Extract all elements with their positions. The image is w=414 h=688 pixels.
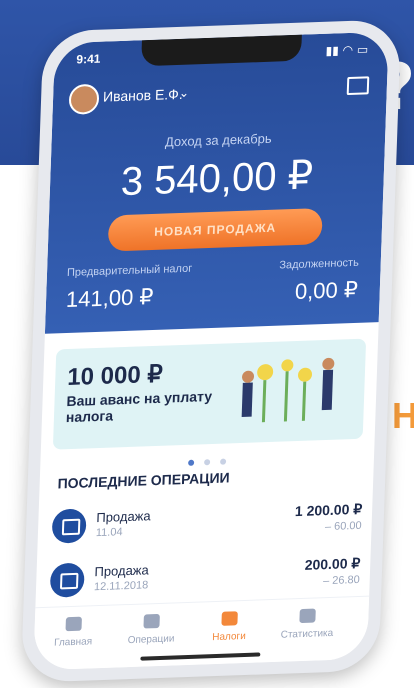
- tab-taxes[interactable]: Налоги: [194, 610, 265, 644]
- receipt-icon: [49, 562, 85, 598]
- header-panel: 9:41 ▮▮ ◠ ▭ Иванов Е.Ф. ⌄ Доход за декаб…: [44, 31, 389, 334]
- chart-icon: [299, 608, 316, 624]
- operation-tax: – 60.00: [324, 519, 362, 534]
- promo-text: Ваш аванс на уплату налога: [65, 387, 213, 426]
- tax-icon: [221, 611, 238, 626]
- avatar[interactable]: [68, 83, 100, 115]
- receipt-icon: [143, 613, 160, 629]
- carousel-dot[interactable]: [204, 459, 211, 466]
- promo-amount: 10 000 ₽: [66, 360, 164, 392]
- tab-label: Операции: [127, 633, 175, 647]
- income-label: Доход за декабрь: [164, 130, 272, 150]
- list-item[interactable]: Продажа 11.04 1 200.00 ₽ – 60.00: [51, 493, 362, 552]
- tab-statistics[interactable]: Статистика: [272, 608, 343, 642]
- tab-operations[interactable]: Операции: [116, 613, 187, 647]
- tab-label: Статистика: [280, 627, 334, 641]
- operation-date: 11.04: [95, 526, 123, 540]
- debt-value: 0,00 ₽: [294, 276, 359, 305]
- tax-label: Предварительный налог: [66, 262, 193, 280]
- income-value: 3 540,00 ₽: [120, 153, 314, 205]
- briefcase-icon: [65, 616, 82, 632]
- tax-value: 141,00 ₽: [65, 283, 154, 313]
- operation-amount: 200.00 ₽: [304, 554, 361, 573]
- new-sale-button[interactable]: НОВАЯ ПРОДАЖА: [107, 208, 323, 252]
- operation-name: Продажа: [94, 562, 150, 580]
- promo-card[interactable]: 10 000 ₽ Ваш аванс на уплату налога: [52, 338, 367, 450]
- operation-date: 12.11.2018: [93, 579, 149, 594]
- phone-screen: 9:41 ▮▮ ◠ ▭ Иванов Е.Ф. ⌄ Доход за декаб…: [33, 31, 389, 671]
- phone-notch: [141, 34, 302, 67]
- operation-name: Продажа: [96, 508, 151, 526]
- operation-amount: 1 200.00 ₽: [294, 500, 363, 520]
- user-name[interactable]: Иванов Е.Ф.: [103, 86, 183, 105]
- home-indicator: [140, 652, 261, 661]
- tab-home[interactable]: Главная: [38, 616, 109, 650]
- phone-frame: 9:41 ▮▮ ◠ ▭ Иванов Е.Ф. ⌄ Доход за декаб…: [20, 19, 402, 683]
- mail-icon[interactable]: [346, 76, 370, 96]
- operation-tax: – 26.80: [322, 573, 360, 588]
- status-icons: ▮▮ ◠ ▭: [325, 42, 369, 58]
- carousel-dot[interactable]: [187, 459, 194, 466]
- tab-label: Главная: [53, 636, 93, 649]
- chevron-down-icon[interactable]: ⌄: [179, 86, 190, 100]
- tab-bar: Главная Операции Налоги Статистика: [33, 595, 370, 671]
- status-time: 9:41: [76, 51, 101, 67]
- carousel-dot[interactable]: [220, 458, 227, 465]
- receipt-icon: [51, 508, 87, 544]
- promo-illustration: [241, 357, 335, 423]
- debt-label: Задолженность: [279, 256, 360, 272]
- tab-label: Налоги: [212, 630, 246, 644]
- background-orange-text: Н:: [392, 395, 414, 436]
